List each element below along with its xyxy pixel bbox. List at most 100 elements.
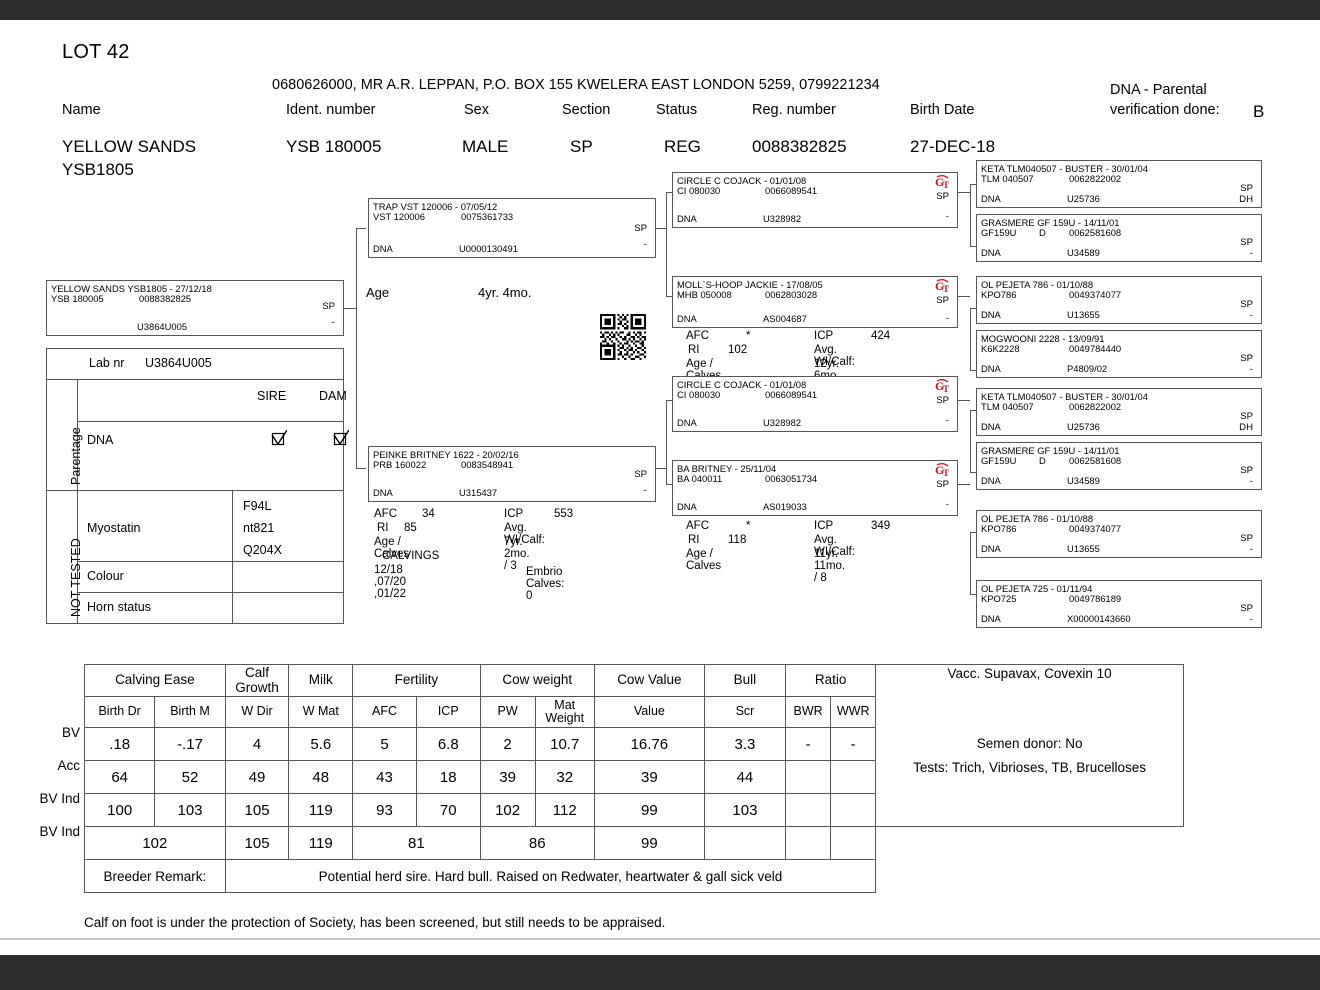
pedigree-box-great-7: OL PEJETA 786 - 01/10/88 KPO786 00493740…	[976, 510, 1262, 558]
bv-cell-10: -	[785, 727, 832, 761]
tests-note: Tests: Trich, Vibrioses, TB, Brucelloses	[913, 760, 1147, 776]
pedigree-box-great-4: MOGWOONI 2228 - 13/09/91 K6K2228 0049784…	[976, 330, 1262, 378]
lab-nr-label: Lab nr	[89, 356, 125, 370]
dam-sire-herd: CI 080030	[677, 389, 721, 400]
col-header-dam: DAM	[319, 389, 347, 403]
dam-section-code: SP	[634, 469, 647, 480]
sire-sire-herd: CI 080030	[677, 185, 721, 196]
great-7-code2: -	[1249, 544, 1253, 555]
great-6-mid: D	[1039, 455, 1046, 466]
value-ident: YSB 180005	[286, 137, 382, 156]
dam-embrio-calves: Embrio Calves: 0	[526, 566, 565, 602]
sire-dam-dna-value: AS004687	[763, 312, 807, 324]
connector	[958, 192, 970, 193]
pedigree-box-subject: YELLOW SANDS YSB1805 - 27/12/18 YSB 1800…	[46, 280, 344, 336]
sire-dam-dna-label: DNA	[677, 312, 697, 324]
bv-cell-6: 2	[479, 727, 536, 761]
bvind-cell-9: 103	[703, 793, 787, 827]
dam-afc-value: 34	[422, 508, 435, 520]
not-tested-side-label: NOT TESTED	[69, 538, 83, 617]
sire-dam-herd: MHB 050008	[677, 289, 732, 300]
calf-growth-line2: Growth	[235, 679, 279, 695]
divider	[47, 490, 343, 491]
bv-cell-4: 5	[352, 727, 417, 761]
pedigree-box-great-8: OL PEJETA 725 - 01/11/94 KPO725 00497861…	[976, 580, 1262, 628]
dam-dam-age-calves-value: 11yr. 11mo. / 8	[814, 548, 846, 584]
divider	[232, 490, 233, 623]
sire-dam-code2: -	[945, 313, 949, 324]
sub-header-wwr: WWR	[830, 696, 877, 728]
great-2-dna-label: DNA	[981, 246, 1001, 258]
age-label: Age	[366, 285, 390, 300]
great-2-herd: GF159U	[981, 227, 1017, 238]
great-5-reg: 0062822002	[1069, 401, 1122, 412]
great-5-code2: DH	[1239, 422, 1253, 433]
great-1-dna-value: U25736	[1067, 192, 1100, 204]
dam-calvings-value: 12/18 ,07/20 ,01/22	[374, 564, 406, 600]
checkbox-dna-sire[interactable]	[271, 429, 288, 451]
bv-cell-8: 16.76	[593, 727, 705, 761]
dam-sire-code2: -	[945, 415, 949, 426]
sub-header-scr: Scr	[703, 696, 787, 728]
qr-code	[600, 314, 646, 360]
row-label-bv-ind-2: BV Ind	[39, 824, 80, 839]
great-1-dna-label: DNA	[981, 192, 1001, 204]
divider	[47, 379, 343, 380]
sire-section-code: SP	[634, 223, 647, 234]
great-3-dna-label: DNA	[981, 308, 1001, 320]
gt-society-logo-icon: G T	[935, 175, 951, 190]
pedigree-box-dam-sire: CIRCLE C COJACK - 01/01/08 CI 080030 006…	[672, 376, 958, 432]
dam-icp-label: ICP	[504, 508, 524, 520]
value-birth: 27-DEC-18	[910, 137, 996, 156]
dam-dam-code2: -	[945, 499, 949, 510]
great-7-reg: 0049374077	[1069, 523, 1122, 534]
great-6-reg: 0062581608	[1069, 455, 1122, 466]
great-2-code2: -	[1249, 248, 1253, 259]
great-3-code2: -	[1249, 310, 1253, 321]
bv-cell-5: 6.8	[415, 727, 481, 761]
connector	[970, 308, 971, 370]
animal-reg: 0088382825	[139, 293, 192, 304]
great-3-dna-value: U13655	[1067, 308, 1100, 320]
great-7-dna-value: U13655	[1067, 542, 1100, 554]
acc-cell-11	[830, 760, 877, 794]
svg-text:T: T	[943, 468, 949, 478]
sub-header-bwr: BWR	[785, 696, 832, 728]
great-3-herd: KPO786	[981, 289, 1017, 300]
sire-herd: VST 120006	[373, 211, 425, 222]
divider	[77, 421, 343, 422]
bvind-cell-7: 112	[534, 793, 595, 827]
dam-dam-reg: 0063051734	[765, 473, 818, 484]
great-5-dna-label: DNA	[981, 420, 1001, 432]
bvind2-fertility: 81	[352, 826, 481, 860]
great-1-section-code: SP	[1240, 183, 1253, 194]
great-4-herd: K6K2228	[981, 343, 1020, 354]
sire-sire-section-code: SP	[936, 191, 949, 202]
dam-dam-herd: BA 040011	[677, 473, 723, 484]
row-label-myostatin: Myostatin	[87, 521, 141, 535]
lot-title: LOT 42	[62, 41, 130, 63]
acc-cell-9: 44	[703, 760, 787, 794]
great-2-section-code: SP	[1240, 237, 1253, 248]
great-8-dna-label: DNA	[981, 612, 1001, 624]
svg-text:T: T	[943, 284, 949, 294]
bvind2-w-mat: 119	[288, 826, 354, 860]
connector	[970, 184, 971, 246]
connector	[356, 468, 366, 469]
top-dark-bar	[0, 0, 1320, 20]
great-8-code2: -	[1249, 614, 1253, 625]
great-2-mid: D	[1039, 227, 1046, 238]
pedigree-box-great-3: OL PEJETA 786 - 01/10/88 KPO786 00493740…	[976, 276, 1262, 324]
checkbox-dna-dam[interactable]	[333, 429, 350, 451]
bvind-cell-0: 100	[83, 793, 156, 827]
connector	[666, 400, 667, 484]
sub-header-w-dir: W Dir	[224, 696, 290, 728]
pedigree-box-dam: PEINKE BRITNEY 1622 - 20/02/16 PRB 16002…	[368, 446, 656, 502]
value-name-line1: YELLOW SANDS	[62, 137, 197, 156]
bvind-cell-8: 99	[593, 793, 705, 827]
sire-dam-icp-label: ICP	[814, 330, 834, 342]
sire-dna-label: DNA	[373, 242, 393, 254]
breeder-remark-text: Potential herd sire. Hard bull. Raised o…	[224, 859, 877, 893]
myostatin-value-3: Q204X	[243, 543, 282, 557]
col-header-sire: SIRE	[257, 389, 287, 403]
